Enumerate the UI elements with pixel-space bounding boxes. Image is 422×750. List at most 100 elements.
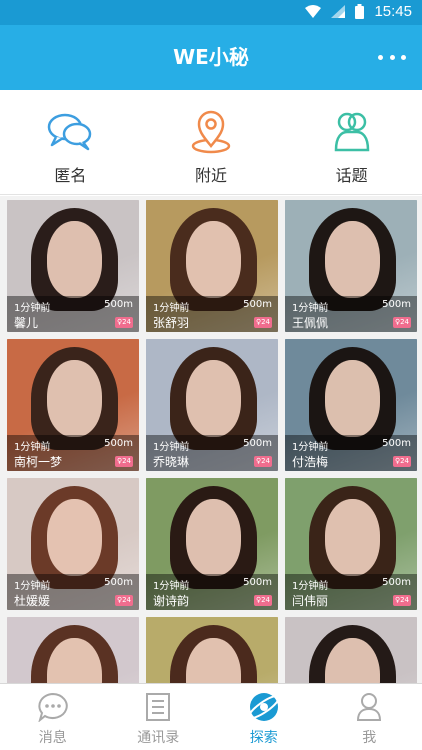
gender-age-badge: ♀24 [392,456,411,467]
gender-age-badge: ♀24 [114,456,133,467]
app-title: WE小秘 [173,45,249,69]
profile-name: 谢诗韵 [153,594,190,608]
tab-label: 通讯录 [137,730,180,746]
profile-time: 1分钟前 [153,442,190,453]
photo-face-shape [185,221,242,298]
profile-time: 1分钟前 [292,303,329,314]
tab-messages[interactable]: 消息 [0,684,106,750]
more-dot [389,54,395,60]
profile-card[interactable]: 1分钟前 500m 王佩佩 ♀24 [285,200,417,332]
tab-label: 探索 [249,730,278,746]
photo-face-shape [324,499,381,576]
topic-people-icon [328,110,376,154]
profile-name: 张舒羽 [153,316,190,330]
quick-item-topic[interactable]: 话题 [281,90,422,194]
profile-caption: 1分钟前 500m 张舒羽 ♀24 [146,296,278,332]
profile-card[interactable]: 1分钟前 500m 馨儿 ♀24 [7,200,139,332]
explore-planet-icon [247,690,281,724]
quick-item-label: 匿名 [54,166,87,185]
profile-person-icon [352,690,386,724]
profile-name: 南柯一梦 [14,455,63,469]
contacts-icon [141,690,175,724]
signal-icon [331,5,346,18]
profile-name: 乔晓琳 [153,455,190,469]
profile-card[interactable]: 1分钟前 500m 张舒羽 ♀24 [146,200,278,332]
profile-distance: 500m [104,299,133,310]
profile-caption: 1分钟前 500m 乔晓琳 ♀24 [146,435,278,471]
quick-item-anonymous[interactable]: 匿名 [0,90,141,194]
profile-card[interactable]: 1分钟前 500m 南柯一梦 ♀24 [7,339,139,471]
gender-age-badge: ♀24 [114,317,133,328]
quick-item-nearby[interactable]: 附近 [141,90,282,194]
profile-card[interactable] [7,617,139,683]
app-bar: WE小秘 [0,25,422,90]
photo-face-shape [185,360,242,437]
tab-label: 消息 [38,730,67,746]
profile-card[interactable] [285,617,417,683]
profile-card[interactable]: 1分钟前 500m 闫伟丽 ♀24 [285,478,417,610]
more-dot [378,54,383,60]
quick-item-label: 附近 [195,166,228,185]
profile-photo [285,617,417,683]
profile-caption: 1分钟前 500m 南柯一梦 ♀24 [7,435,139,471]
gender-age-badge: ♀24 [253,317,272,328]
status-time: 15:45 [374,3,412,20]
tab-explore[interactable]: 探索 [211,684,317,750]
profile-time: 1分钟前 [292,442,329,453]
profile-time: 1分钟前 [153,303,190,314]
gender-age-badge: ♀24 [253,595,272,606]
more-options-button[interactable] [374,45,410,69]
profile-card[interactable]: 1分钟前 500m 乔晓琳 ♀24 [146,339,278,471]
gender-age-badge: ♀24 [114,595,133,606]
bottom-tab-bar: 消息 通讯录 探索 我 [0,683,422,750]
profile-caption: 1分钟前 500m 馨儿 ♀24 [7,296,139,332]
profile-card[interactable]: 1分钟前 500m 付浩梅 ♀24 [285,339,417,471]
profile-time: 1分钟前 [153,581,190,592]
status-icons: 15:45 [305,3,412,20]
profile-distance: 500m [104,577,133,588]
tab-label: 我 [362,730,377,746]
profile-card[interactable] [146,617,278,683]
gender-age-badge: ♀24 [392,595,411,606]
profile-photo [146,617,278,683]
profile-name: 杜媛媛 [14,594,51,608]
profile-distance: 500m [243,438,272,449]
profile-grid-area[interactable]: 1分钟前 500m 馨儿 ♀24 1分钟前 500m 张舒羽 ♀24 1分钟前 500m 王佩佩 ♀2… [0,196,422,683]
profile-distance: 500m [243,299,272,310]
profile-grid: 1分钟前 500m 馨儿 ♀24 1分钟前 500m 张舒羽 ♀24 1分钟前 500m 王佩佩 ♀2… [7,200,417,683]
profile-name: 付浩梅 [292,455,329,469]
tab-contacts[interactable]: 通讯录 [106,684,212,750]
photo-face-shape [185,499,242,576]
profile-distance: 500m [104,438,133,449]
wifi-icon [305,5,322,18]
location-pin-icon [187,110,235,154]
profile-card[interactable]: 1分钟前 500m 杜媛媛 ♀24 [7,478,139,610]
profile-time: 1分钟前 [14,581,51,592]
profile-caption: 1分钟前 500m 付浩梅 ♀24 [285,435,417,471]
photo-face-shape [46,360,103,437]
photo-face-shape [46,499,103,576]
profile-caption: 1分钟前 500m 王佩佩 ♀24 [285,296,417,332]
profile-name: 馨儿 [14,316,39,330]
profile-caption: 1分钟前 500m 谢诗韵 ♀24 [146,574,278,610]
profile-name: 王佩佩 [292,316,329,330]
quick-item-label: 话题 [335,166,368,185]
profile-name: 闫伟丽 [292,594,329,608]
message-icon [36,690,70,724]
more-dot [401,54,406,60]
profile-caption: 1分钟前 500m 杜媛媛 ♀24 [7,574,139,610]
profile-distance: 500m [382,577,411,588]
gender-age-badge: ♀24 [253,456,272,467]
profile-distance: 500m [243,577,272,588]
profile-time: 1分钟前 [14,442,51,453]
profile-card[interactable]: 1分钟前 500m 谢诗韵 ♀24 [146,478,278,610]
gender-age-badge: ♀24 [392,317,411,328]
profile-time: 1分钟前 [292,581,329,592]
tab-me[interactable]: 我 [317,684,422,750]
profile-distance: 500m [382,299,411,310]
photo-face-shape [324,360,381,437]
profile-caption: 1分钟前 500m 闫伟丽 ♀24 [285,574,417,610]
photo-face-shape [46,221,103,298]
quick-nav: 匿名 附近 话题 [0,90,422,195]
profile-time: 1分钟前 [14,303,51,314]
